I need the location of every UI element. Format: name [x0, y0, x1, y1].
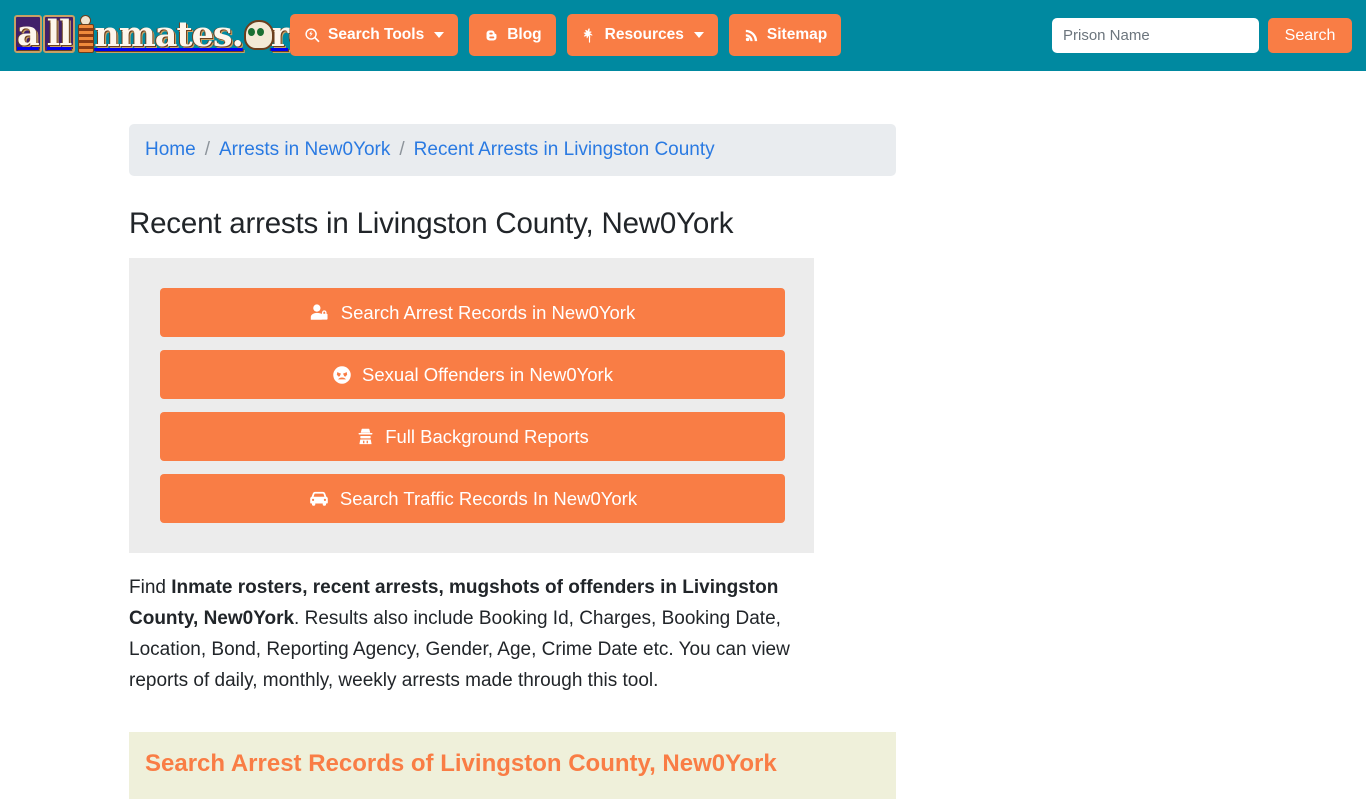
- action-label: Sexual Offenders in New0York: [362, 363, 613, 385]
- primary-nav: Search Tools Blog Resources Sitemap: [290, 14, 842, 56]
- prisoner-icon: [77, 14, 95, 54]
- nav-item-resources[interactable]: Resources: [566, 14, 718, 56]
- angry-face-icon: [332, 365, 352, 385]
- breadcrumb-separator: /: [399, 139, 405, 160]
- nav-item-sitemap[interactable]: Sitemap: [728, 14, 842, 56]
- page-title: Recent arrests in Livingston County, New…: [129, 207, 734, 240]
- breadcrumb-separator: /: [204, 139, 210, 160]
- logo-word-nmates: nmates.: [94, 13, 243, 55]
- skull-icon: [243, 20, 274, 50]
- detective-icon: [356, 427, 375, 446]
- leaf-icon: [581, 27, 598, 44]
- action-button-panel: Search Arrest Records in New0York Sexual…: [129, 258, 814, 554]
- breadcrumb-item-state[interactable]: Arrests in New0York: [219, 139, 390, 161]
- chevron-down-icon: [434, 32, 445, 38]
- search-traffic-records-button[interactable]: Search Traffic Records In New0York: [160, 474, 785, 524]
- blogger-icon: [483, 27, 500, 44]
- breadcrumb-item-home[interactable]: Home: [145, 139, 196, 161]
- header-search-form: Search: [1052, 18, 1352, 53]
- action-label: Full Background Reports: [385, 425, 589, 447]
- logo-wordmark: allnmates.rg: [14, 13, 313, 55]
- breadcrumb-item-current[interactable]: Recent Arrests in Livingston County: [414, 139, 715, 161]
- nav-label: Search Tools: [328, 26, 425, 44]
- action-label: Search Traffic Records In New0York: [339, 487, 638, 509]
- sexual-offenders-button[interactable]: Sexual Offenders in New0York: [160, 350, 785, 400]
- search-bolt-icon: [304, 27, 321, 44]
- cream-panel-heading: Search Arrest Records of Livingston Coun…: [145, 750, 777, 778]
- logo-letter-a: a: [14, 15, 42, 53]
- car-icon: [308, 489, 330, 508]
- search-arrest-records-button[interactable]: Search Arrest Records in New0York: [160, 288, 785, 338]
- logo-letters-ll: ll: [42, 15, 76, 53]
- action-label: Search Arrest Records in New0York: [340, 301, 636, 323]
- nav-item-blog[interactable]: Blog: [469, 14, 556, 56]
- nav-label: Blog: [507, 26, 542, 44]
- nav-item-search-tools[interactable]: Search Tools: [290, 14, 459, 56]
- rss-icon: [743, 27, 760, 44]
- breadcrumb: Home / Arrests in New0York / Recent Arre…: [129, 124, 896, 176]
- user-lock-icon: [310, 303, 331, 322]
- paragraph-prefix: Find: [129, 577, 172, 599]
- lead-paragraph: Find Inmate rosters, recent arrests, mug…: [129, 572, 849, 696]
- prison-name-input[interactable]: [1052, 18, 1259, 53]
- header-search-button[interactable]: Search: [1268, 18, 1352, 53]
- content-column: Home / Arrests in New0York / Recent Arre…: [129, 71, 896, 799]
- nav-label: Resources: [604, 26, 684, 44]
- full-background-reports-button[interactable]: Full Background Reports: [160, 412, 785, 462]
- site-header: allnmates.rg Search Tools Blog: [0, 0, 1366, 71]
- chevron-down-icon: [693, 32, 704, 38]
- nav-label: Sitemap: [766, 26, 828, 44]
- search-arrest-records-panel: Search Arrest Records of Livingston Coun…: [129, 732, 896, 799]
- site-logo[interactable]: allnmates.rg: [14, 11, 313, 57]
